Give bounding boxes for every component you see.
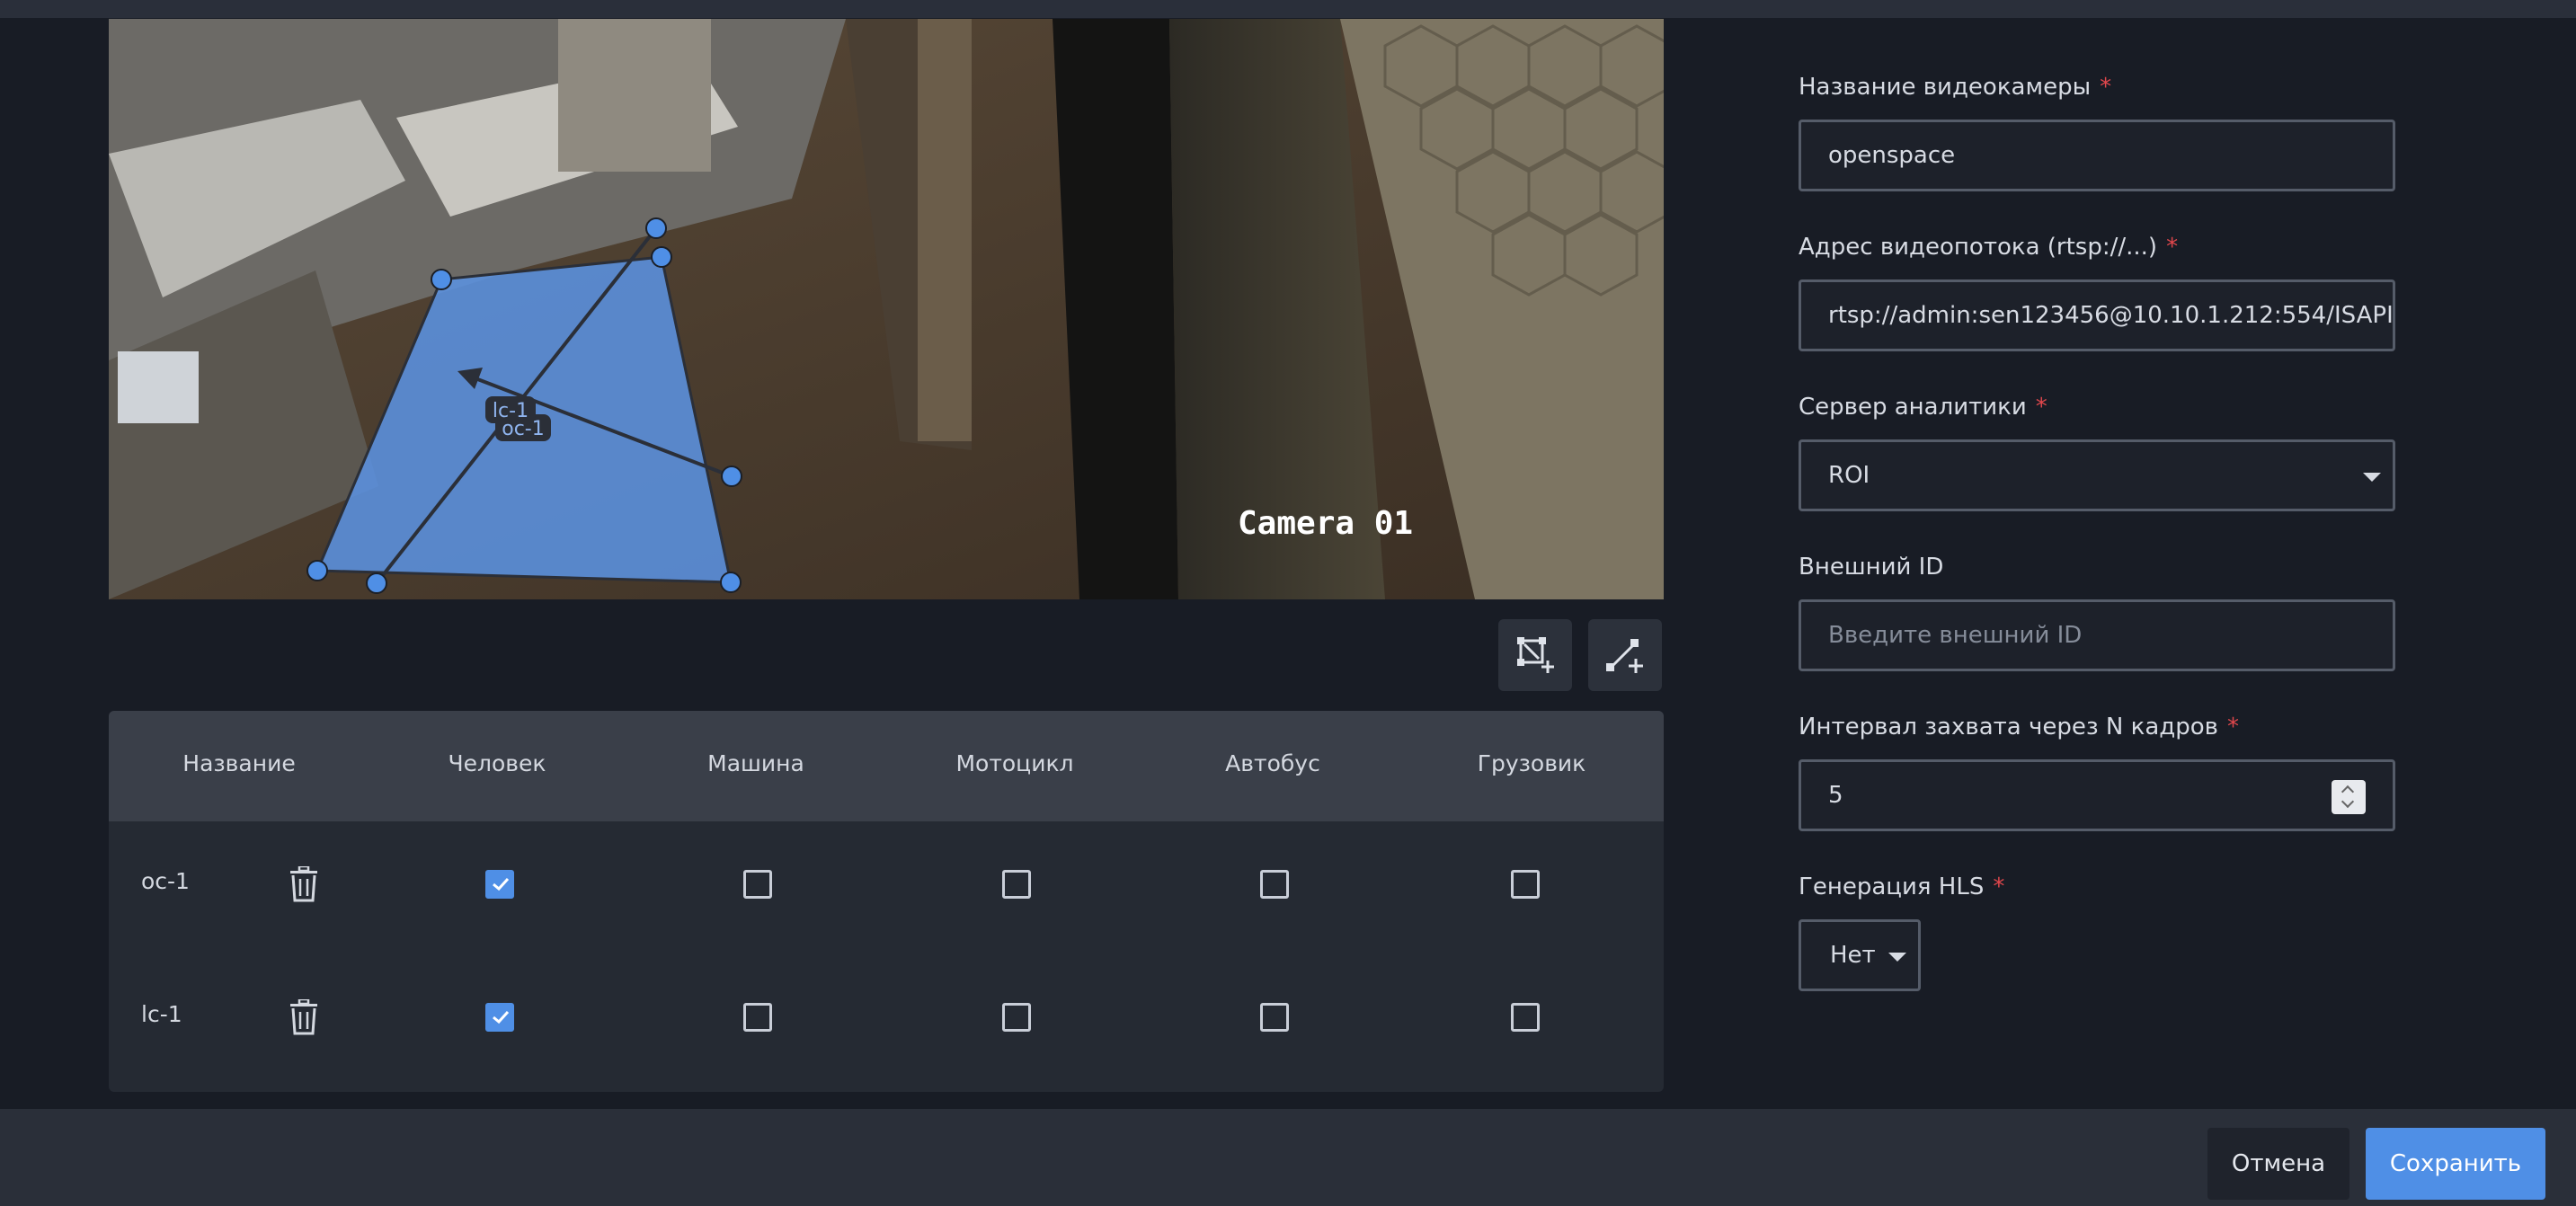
external-id-label: Внешний ID (1799, 554, 1944, 581)
camera-frame: oc-1 lc-1 Camera 01 (109, 19, 1664, 599)
capture-interval-label: Интервал захвата через N кадров * (1799, 714, 2239, 740)
camera-osd-label: Camera 01 (1238, 505, 1413, 542)
zone-name: oc-1 (141, 868, 190, 894)
checkbox-car-lc-1[interactable] (743, 1003, 772, 1032)
column-header-truck: Грузовик (1477, 750, 1586, 776)
zones-table-header: Название Человек Машина Мотоцикл Автобус… (109, 711, 1664, 821)
zone-label-lc-1: lc-1 (493, 400, 529, 422)
checkbox-truck-oc-1[interactable] (1511, 870, 1540, 899)
cancel-button[interactable]: Отмена (2207, 1128, 2349, 1200)
check-icon (493, 877, 510, 891)
analytics-server-select[interactable]: ROI (1799, 439, 2395, 511)
hls-label: Генерация HLS * (1799, 873, 2005, 900)
analytics-server-label: Сервер аналитики * (1799, 394, 2047, 421)
camera-name-label: Название видеокамеры * (1799, 74, 2112, 101)
add-line-icon (1606, 639, 1643, 673)
dialog-footer (0, 1109, 2576, 1206)
trash-icon[interactable] (289, 999, 319, 1035)
table-row: oc-1 (109, 821, 1664, 954)
zone-name: lc-1 (141, 1001, 182, 1027)
window-title-bar (0, 0, 2576, 18)
stepper-icon[interactable] (2332, 780, 2366, 814)
checkbox-truck-lc-1[interactable] (1511, 1003, 1540, 1032)
checkbox-motorcycle-oc-1[interactable] (1002, 870, 1031, 899)
checkbox-bus-oc-1[interactable] (1260, 870, 1289, 899)
checkbox-car-oc-1[interactable] (743, 870, 772, 899)
add-polygon-button[interactable] (1498, 619, 1572, 691)
chevron-down-icon (2363, 473, 2381, 482)
chevron-down-icon (1888, 953, 1906, 962)
save-button[interactable]: Сохранить (2366, 1128, 2545, 1200)
checkbox-person-lc-1[interactable] (485, 1003, 514, 1032)
hls-value: Нет (1830, 942, 1876, 969)
analytics-server-value: ROI (1828, 462, 1870, 489)
camera-name-input[interactable]: openspace (1799, 120, 2395, 191)
add-polygon-icon (1517, 637, 1554, 673)
column-header-car: Машина (707, 750, 804, 776)
zones-table: Название Человек Машина Мотоцикл Автобус… (109, 711, 1664, 1092)
column-header-person: Человек (448, 750, 546, 776)
column-header-name: Название (182, 750, 296, 776)
stream-url-label: Адрес видеопотока (rtsp://...) * (1799, 234, 2179, 261)
checkbox-motorcycle-lc-1[interactable] (1002, 1003, 1031, 1032)
camera-preview[interactable]: oc-1 lc-1 Camera 01 (109, 19, 1664, 599)
trash-icon[interactable] (289, 866, 319, 902)
column-header-motorcycle: Мотоцикл (955, 750, 1074, 776)
add-line-button[interactable] (1588, 619, 1662, 691)
checkbox-bus-lc-1[interactable] (1260, 1003, 1289, 1032)
external-id-input[interactable]: Введите внешний ID (1799, 599, 2395, 671)
capture-interval-input[interactable]: 5 (1799, 759, 2395, 831)
column-header-bus: Автобус (1225, 750, 1320, 776)
stream-url-input[interactable]: rtsp://admin:sen123456@10.10.1.212:554/I… (1799, 279, 2395, 351)
table-row: lc-1 (109, 954, 1664, 1087)
checkbox-person-oc-1[interactable] (485, 870, 514, 899)
check-icon (493, 1010, 510, 1024)
